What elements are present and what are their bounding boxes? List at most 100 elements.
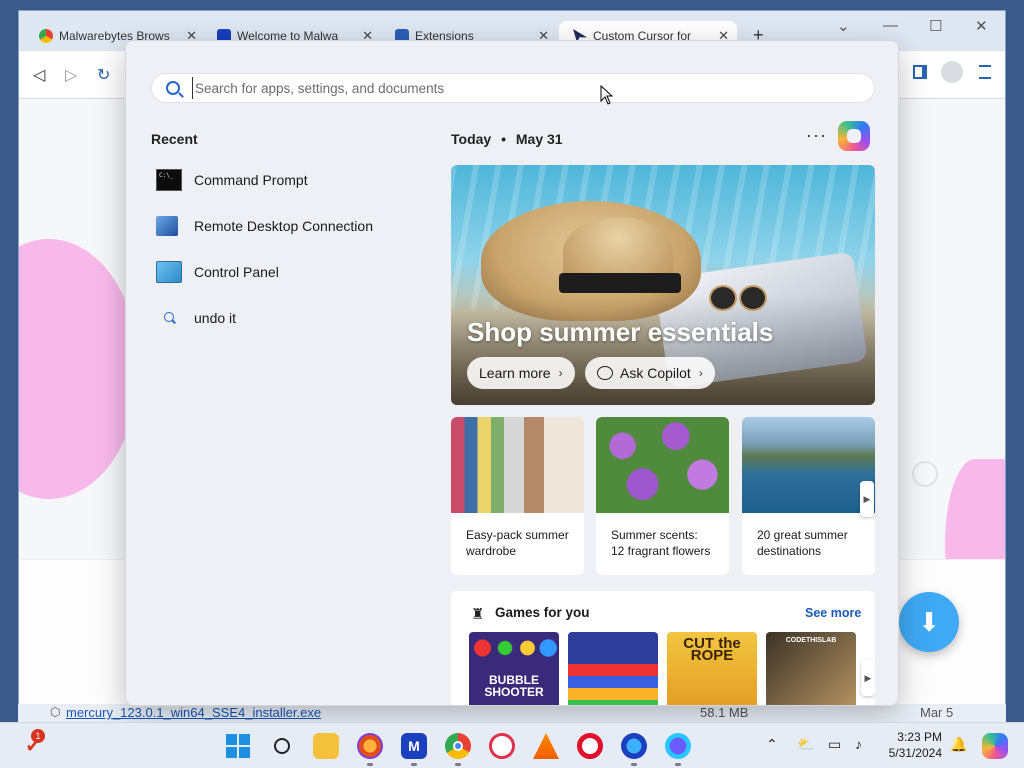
close-window-button[interactable]: ✕ xyxy=(975,17,988,35)
today-header: Today • May 31 xyxy=(451,131,563,147)
news-card-wardrobe[interactable]: Easy-pack summer wardrobe xyxy=(451,417,584,575)
display-icon[interactable]: ▭ xyxy=(828,736,841,753)
notification-bell-icon[interactable]: 🔔 xyxy=(950,736,967,753)
hero-card[interactable]: Shop summer essentials Learn more › Ask … xyxy=(451,165,875,405)
forward-button[interactable]: ▷ xyxy=(65,65,77,85)
recent-item-search-undo[interactable]: undo it xyxy=(156,302,236,334)
more-options-button[interactable]: ··· xyxy=(806,125,827,146)
recent-item-label: Remote Desktop Connection xyxy=(194,218,373,234)
chrome-app[interactable] xyxy=(445,733,471,766)
minimize-button[interactable]: — xyxy=(883,17,898,34)
decorative-blob xyxy=(19,239,139,499)
taskbar: ✔ 1 M ⌃ ⛅ ▭ ♪ 3:23 PM 5/31/2024 🔔 xyxy=(0,722,1024,768)
download-icon: ⬇ xyxy=(918,606,940,637)
chrome-icon xyxy=(453,741,463,751)
card-image xyxy=(596,417,729,513)
mouse-cursor-icon xyxy=(600,85,614,105)
download-fab-button[interactable]: ⬇ xyxy=(899,592,959,652)
network-disconnected-icon[interactable]: ⛅ xyxy=(797,736,814,753)
learn-more-button[interactable]: Learn more › xyxy=(467,357,575,389)
firefox-app[interactable] xyxy=(357,733,383,766)
card-image xyxy=(451,417,584,513)
card-title: 20 great summer destinations xyxy=(757,528,848,558)
hero-title: Shop summer essentials xyxy=(467,317,774,347)
game-cut-the-rope[interactable]: CUT the ROPE xyxy=(667,632,757,705)
card-title: Summer scents: 12 fragrant flowers xyxy=(611,528,711,558)
download-filename-link[interactable]: mercury_123.0.1_win64_SSE4_installer.exe xyxy=(66,705,321,720)
download-date: Mar 5 xyxy=(920,705,954,720)
search-icon xyxy=(166,81,180,95)
notification-badge: 1 xyxy=(31,729,45,743)
recent-item-remote-desktop[interactable]: Remote Desktop Connection xyxy=(156,210,373,242)
copilot-icon[interactable] xyxy=(838,121,870,151)
news-card-flowers[interactable]: Summer scents: 12 fragrant flowers xyxy=(596,417,729,575)
search-input[interactable] xyxy=(192,77,852,99)
chat-icon xyxy=(597,366,613,380)
show-hidden-icons-button[interactable]: ⌃ xyxy=(766,736,778,753)
see-more-link[interactable]: See more xyxy=(805,606,861,620)
opera-app[interactable] xyxy=(577,733,603,759)
separator: • xyxy=(501,131,506,147)
start-menu: Recent Command Prompt Remote Desktop Con… xyxy=(125,40,899,706)
button-label: Ask Copilot xyxy=(620,365,691,381)
search-icon xyxy=(274,738,290,754)
package-icon: ⬡ xyxy=(50,705,61,719)
windows-logo-icon xyxy=(226,734,250,758)
ask-copilot-button[interactable]: Ask Copilot › xyxy=(585,357,715,389)
reload-button[interactable]: ↻ xyxy=(97,65,110,85)
malwarebytes-icon: M xyxy=(408,738,420,754)
browser-app[interactable] xyxy=(621,733,647,766)
sidebar-icon[interactable] xyxy=(913,65,927,79)
cards-scroll-right-button[interactable]: ▶ xyxy=(860,481,874,517)
game-studio-label: CODETHISLAB xyxy=(785,637,837,644)
tab-search-dropdown[interactable]: ⌄ xyxy=(837,17,850,35)
recent-item-label: Control Panel xyxy=(194,264,279,280)
news-card-destinations[interactable]: 20 great summer destinations xyxy=(742,417,875,575)
malwarebytes-browser-app[interactable] xyxy=(665,733,691,766)
file-explorer-app[interactable] xyxy=(313,733,339,759)
control-panel-icon xyxy=(156,261,182,283)
game-block-puzzle[interactable] xyxy=(568,632,658,705)
profile-avatar[interactable] xyxy=(941,61,963,83)
button-label: Learn more xyxy=(479,365,551,381)
copilot-app[interactable] xyxy=(982,733,1008,759)
games-heading: Games for you xyxy=(495,605,590,620)
taskbar-search-button[interactable] xyxy=(269,733,295,759)
games-panel: Games for you See more BUBBLE SHOOTER CU… xyxy=(451,591,875,705)
card-image xyxy=(742,417,875,513)
recent-heading: Recent xyxy=(151,131,198,147)
system-clock[interactable]: 3:23 PM 5/31/2024 xyxy=(880,729,942,761)
volume-icon[interactable]: ♪ xyxy=(855,736,862,752)
recent-item-control-panel[interactable]: Control Panel xyxy=(156,256,279,288)
remote-desktop-icon xyxy=(156,216,178,236)
vlc-app[interactable] xyxy=(533,733,559,759)
chevron-right-icon: › xyxy=(558,366,563,380)
recent-item-command-prompt[interactable]: Command Prompt xyxy=(156,164,308,196)
start-search-box[interactable] xyxy=(151,73,875,103)
game-bubble-shooter[interactable]: BUBBLE SHOOTER xyxy=(469,632,559,705)
command-prompt-icon xyxy=(156,169,182,191)
today-date: May 31 xyxy=(515,131,563,147)
start-button[interactable] xyxy=(225,733,251,759)
back-button[interactable]: ◁ xyxy=(33,65,45,85)
today-label: Today xyxy=(451,131,492,147)
search-icon xyxy=(156,307,182,329)
games-scroll-right-button[interactable]: ▶ xyxy=(861,660,875,696)
maximize-button[interactable]: ☐ xyxy=(929,17,942,35)
download-bar: ⬡ mercury_123.0.1_win64_SSE4_installer.e… xyxy=(18,704,1006,722)
game-title: BUBBLE SHOOTER xyxy=(484,673,544,699)
chevron-right-icon: › xyxy=(698,366,703,380)
chess-piece-icon xyxy=(471,605,487,621)
loading-ring-icon xyxy=(912,461,938,487)
card-title: Easy-pack summer wardrobe xyxy=(466,528,569,558)
malwarebytes-app[interactable]: M xyxy=(401,733,427,766)
chrome-icon xyxy=(39,29,53,43)
recent-item-label: Command Prompt xyxy=(194,172,308,188)
download-size: 58.1 MB xyxy=(700,705,749,720)
clock-date: 5/31/2024 xyxy=(888,746,942,760)
menu-icon[interactable] xyxy=(979,65,991,79)
opera-gx-app[interactable] xyxy=(489,733,515,759)
recent-item-label: undo it xyxy=(194,310,237,326)
game-title: CUT the ROPE xyxy=(683,635,741,664)
game-chess[interactable]: CODETHISLAB xyxy=(766,632,856,705)
